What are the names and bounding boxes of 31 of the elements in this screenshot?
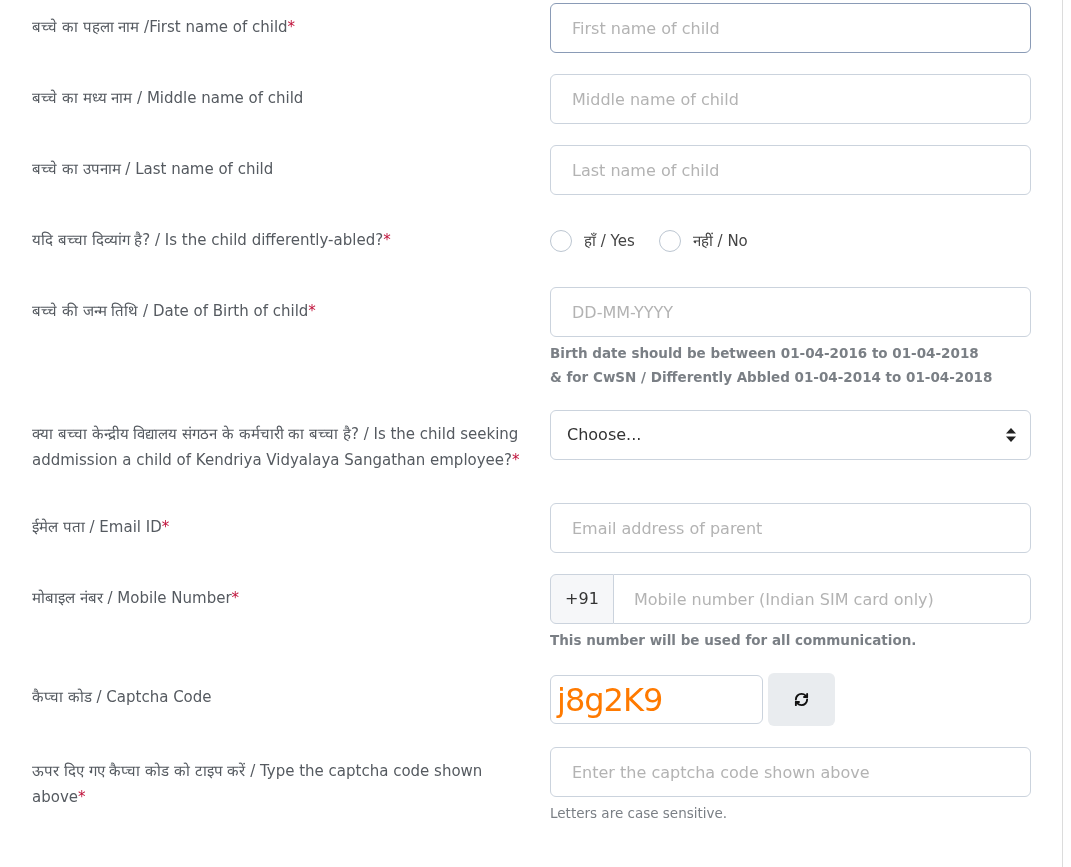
text-input-field[interactable]: First name of child [550,3,1031,53]
field-label: कैप्चा कोड / Captcha Code [32,687,213,708]
field-label: बच्चे का उपनाम / Last name of child [32,159,275,180]
captcha-code: j8g2K9 [550,675,763,724]
choose-dropdown[interactable]: Choose... [550,410,1031,460]
field-label: बच्चे का मध्य नाम / Middle name of child [32,88,305,109]
field-label: क्या बच्चा केन्द्रीय विद्यालय संगठन के कर्मचारी का बच्चा है? / Is the child seeking addmission a child of Kendriya Vidyalaya Sangathan employee?* [32,424,520,471]
field-label: बच्चे की जन्म तिथि / Date of Birth of child* [32,301,317,322]
field-label: ईमेल पता / Email ID* [32,517,171,538]
radio-option-label[interactable]: हाँ / Yes [584,229,635,253]
radio-button[interactable] [658,230,681,252]
field-label: बच्चे का पहला नाम /First name of child* [32,17,297,38]
radio-option-label[interactable]: नहीं / No [692,229,748,253]
radio-button[interactable] [550,230,572,252]
field-label: यदि बच्चा दिव्यांग है? / Is the child differently-abled?* [32,230,392,251]
mobile-number-field[interactable]: Mobile number (Indian SIM card only) [614,574,1031,624]
up-down-caret-icon [1006,428,1016,442]
refresh-icon [794,692,809,707]
help-text: Birth date should be between 01-04-2016 to 01-04-2018 [550,344,980,363]
country-code-prefix: +91 [550,574,614,624]
text-input-field[interactable]: Email address of parent [550,503,1031,553]
help-text: Letters are case sensitive. [550,804,729,823]
text-input-field[interactable]: Last name of child [550,145,1031,195]
field-label: मोबाइल नंबर / Mobile Number* [32,588,241,609]
text-input-field[interactable]: Enter the captcha code shown above [550,747,1031,797]
field-label: ऊपर दिए गए कैप्चा कोड को टाइप करें / Type the captcha code shown above* [32,761,484,808]
help-text: & for CwSN / Differently Abbled 01-04-2014 to 01-04-2018 [550,368,994,387]
help-text: This number will be used for all communication. [550,631,918,650]
text-input-field[interactable]: DD-MM-YYYY [550,287,1031,337]
text-input-field[interactable]: Middle name of child [550,74,1031,124]
refresh-captcha-button[interactable] [768,673,835,726]
